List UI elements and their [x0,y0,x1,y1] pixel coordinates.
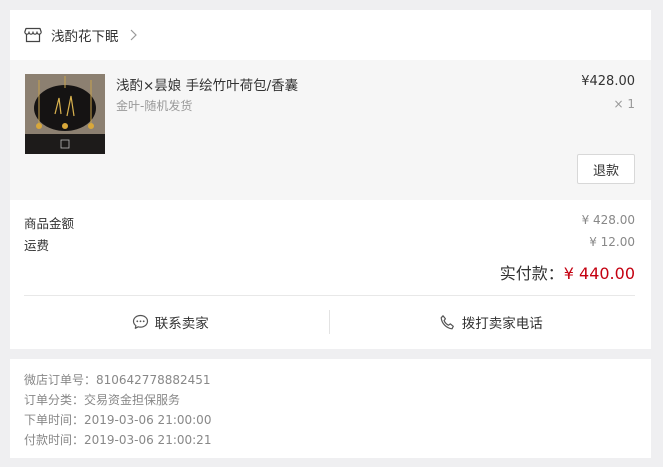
pay-time: 付款时间：2019-03-06 21:00:21 [24,433,212,447]
seller-actions: 联系卖家 拨打卖家电话 [10,308,651,336]
shop-header[interactable]: 浅酌花下眠 [10,10,651,60]
goods-amount-row: 商品金额 ¥ 428.00 [24,213,635,232]
store-icon [24,27,42,43]
order-type: 订单分类：交易资金担保服务 [24,393,181,407]
shop-name: 浅酌花下眠 [51,29,119,45]
shipping-label: 运费 [24,238,50,253]
phone-icon [440,314,454,329]
refund-button[interactable]: 退款 [577,154,635,184]
product-thumbnail[interactable] [25,74,105,154]
product-quantity: × 1 [613,97,635,111]
shipping-row: 运费 ¥ 12.00 [24,235,635,254]
paid-label: 实付款： [499,264,564,283]
chat-bubble-icon [132,314,148,329]
goods-amount-label: 商品金额 [24,216,75,231]
paid-amount: ¥ 440.00 [563,264,635,283]
call-seller-label: 拨打卖家电话 [461,316,543,332]
order-item[interactable]: 浅酌×昙娘 手绘竹叶荷包/香囊 金叶-随机发货 ¥428.00 × 1 退款 [10,60,651,200]
action-separator [329,310,330,334]
paid-total: 实付款：¥ 440.00 [500,260,635,284]
product-price: ¥428.00 [581,74,635,89]
order-number: 微店订单号：810642778882451 [24,373,211,387]
chevron-right-icon [125,27,141,43]
product-title[interactable]: 浅酌×昙娘 手绘竹叶荷包/香囊 [116,74,298,94]
call-seller-button[interactable]: 拨打卖家电话 [331,308,652,336]
order-info-card: 微店订单号：810642778882451 订单分类：交易资金担保服务 下单时间… [10,359,651,458]
product-sku: 金叶-随机发货 [116,99,193,113]
order-time: 下单时间：2019-03-06 21:00:00 [24,413,212,427]
shipping-value: ¥ 12.00 [589,235,635,249]
goods-amount-value: ¥ 428.00 [581,213,635,227]
contact-seller-label: 联系卖家 [154,316,209,332]
order-card: 浅酌花下眠 浅酌×昙娘 手绘竹叶荷包/香囊 金叶-随机发货 ¥428.00 × … [10,10,651,349]
contact-seller-button[interactable]: 联系卖家 [10,308,331,336]
divider [24,295,635,296]
